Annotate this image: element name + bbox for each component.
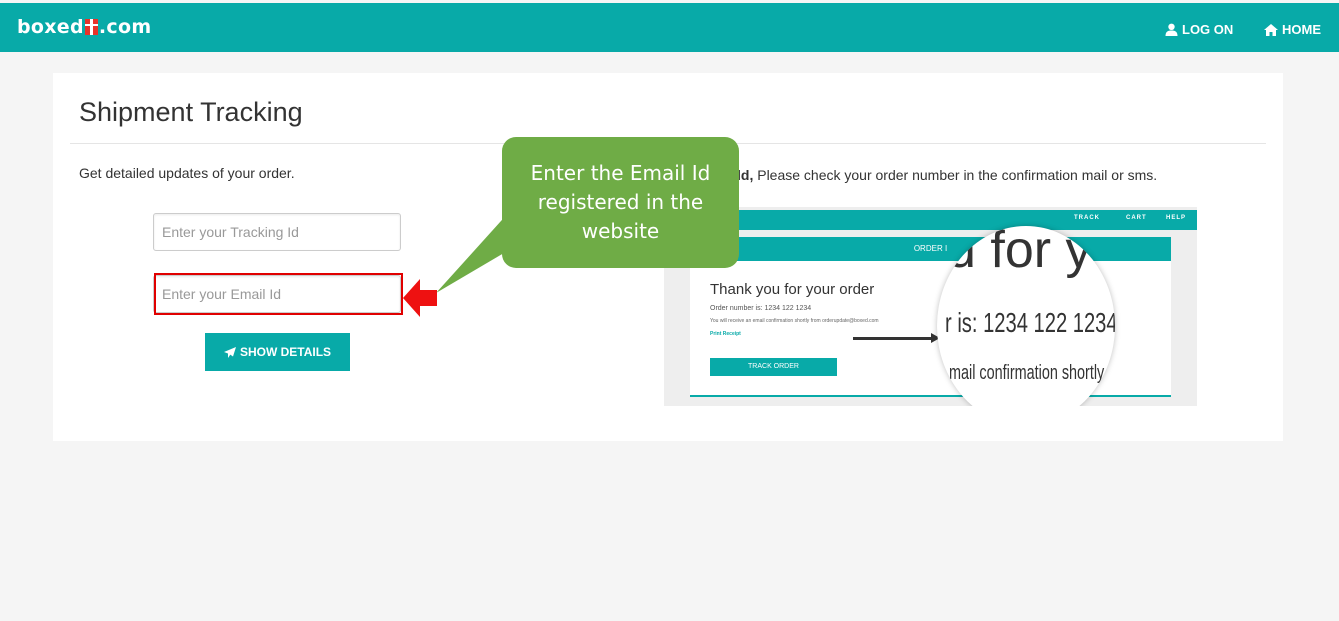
show-details-label: SHOW DETAILS [239, 345, 332, 359]
sample-nav-help: HELP [1166, 215, 1187, 221]
sample-print-receipt: Print Receipt [710, 331, 741, 337]
sample-email-note: You will receive an email confirmation s… [710, 318, 879, 324]
show-details-button[interactable]: SHOW DETAILS [205, 333, 350, 371]
gift-icon [84, 19, 98, 35]
sample-panel: ORDER I Thank you for your order Order n… [690, 226, 1171, 406]
email-field-highlight [154, 273, 403, 315]
page-subtitle: Get detailed updates of your order. [79, 165, 295, 181]
paper-plane-icon [223, 346, 236, 358]
sample-pointer-line [853, 337, 933, 340]
user-icon [1165, 23, 1178, 36]
red-arrow-icon [403, 279, 437, 317]
home-link[interactable]: HOME [1264, 22, 1321, 37]
tracking-id-input[interactable] [153, 213, 401, 251]
sample-order-number: Order number is: 1234 122 1234 [710, 305, 812, 312]
instruction-text: ld, Please check your order number in th… [737, 167, 1158, 183]
home-icon [1264, 23, 1278, 36]
logon-label: LOG ON [1182, 22, 1234, 37]
sample-track-order-button: TRACK ORDER [710, 358, 837, 376]
sample-thanks-text: Thank you for your order [710, 281, 875, 298]
sample-nav-track: TRACK [1074, 215, 1100, 221]
magnifier-lens: d for yo r is: 1234 122 1234 mail confir… [937, 226, 1115, 406]
page-title: Shipment Tracking [79, 97, 303, 127]
magnifier-large-text: d for yo [947, 226, 1115, 279]
sample-nav-cart: CART [1126, 215, 1147, 221]
site-logo[interactable]: boxed .com [17, 16, 151, 38]
magnifier-small-text: mail confirmation shortly f [949, 362, 1113, 384]
sample-navbar [664, 210, 1197, 230]
logon-link[interactable]: LOG ON [1165, 22, 1233, 37]
magnifier-order-number: r is: 1234 122 1234 [945, 307, 1115, 338]
callout-bubble: Enter the Email Id registered in the web… [502, 137, 739, 268]
top-navbar: boxed .com LOG ON HOME [0, 3, 1339, 52]
sample-confirmation-image: TRACK CART HELP ORDER I Thank you for yo… [664, 207, 1197, 406]
home-label: HOME [1282, 22, 1321, 37]
